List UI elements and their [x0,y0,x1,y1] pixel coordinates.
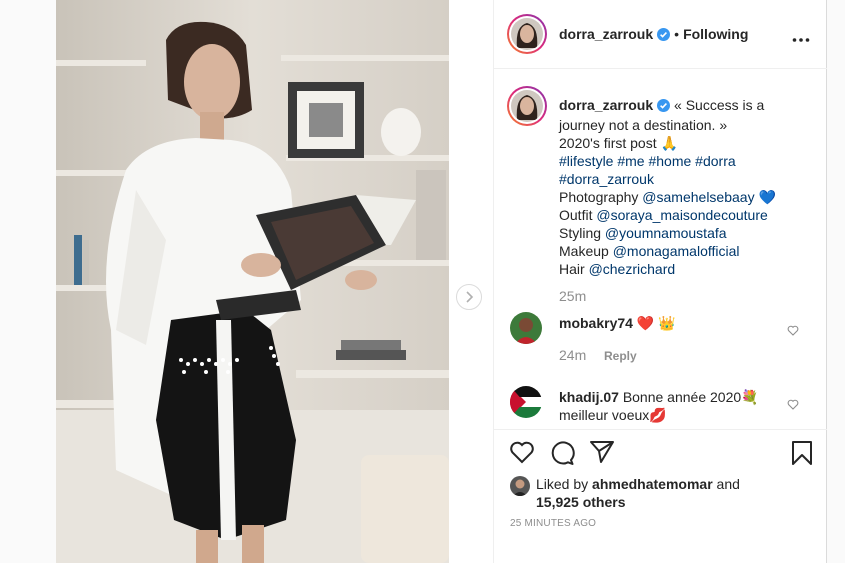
avatar-image [511,90,543,122]
caption-hashtags[interactable]: #lifestyle #me #home #dorra #dorra_zarro… [559,153,736,187]
credit-label: Photography [559,189,639,205]
share-button[interactable] [589,440,615,469]
avatar-image [510,476,530,496]
next-photo-button[interactable] [456,284,482,310]
more-options-button[interactable] [792,30,810,48]
following-button[interactable]: Following [683,26,748,42]
post-age[interactable]: 25 MINUTES AGO [510,518,596,529]
chevron-right-icon [466,291,474,303]
caption-time[interactable]: 25m [559,288,586,304]
like-button[interactable] [509,440,535,469]
heart-icon [787,325,799,336]
credit-label: Styling [559,225,602,241]
credit-label: Makeup [559,243,609,259]
credit-label: Outfit [559,207,593,223]
bookmark-icon [792,441,812,465]
comment-item: khadij.07 Bonne année 2020💐 meilleur voe… [559,388,774,424]
blue-heart-emoji: 💙 [758,189,776,205]
comment-username[interactable]: khadij.07 [559,389,619,405]
caption-avatar[interactable] [507,86,547,126]
author-avatar[interactable] [507,14,547,54]
outfit-mention[interactable]: @soraya_maisondecouture [596,207,767,223]
avatar-image [510,312,542,344]
separator-dot: • [674,26,680,42]
styling-mention[interactable]: @youmnamoustafa [605,225,727,241]
verified-badge-icon [657,98,671,116]
more-options-icon [792,38,810,42]
credit-label: Hair [559,261,585,277]
header-meta: dorra_zarrouk • Following [559,26,748,44]
post-photo[interactable] [56,0,449,563]
avatar-image [511,18,543,50]
likes-and: and [716,476,740,492]
heart-icon [787,399,799,410]
liker-username[interactable]: ahmedhatemomar [592,476,713,492]
save-button[interactable] [791,440,813,471]
author-username[interactable]: dorra_zarrouk [559,26,653,42]
caption-username[interactable]: dorra_zarrouk [559,97,653,113]
heart-icon [510,441,534,464]
comment-username[interactable]: mobakry74 [559,315,633,331]
comment-button[interactable] [549,440,575,471]
makeup-mention[interactable]: @monagamalofficial [613,243,740,259]
post-header: dorra_zarrouk • Following [494,0,827,69]
comment-item: mobakry74 ❤️ 👑 [559,314,774,332]
share-icon [590,441,614,463]
likes-prefix: Liked by [536,476,589,492]
like-comment-button[interactable] [787,323,799,341]
comment-icon [551,441,575,465]
like-comment-button[interactable] [787,397,799,415]
hair-mention[interactable]: @chezrichard [589,261,676,277]
post-actions-bar [494,429,827,478]
post-side-panel: dorra_zarrouk • Following dorra_zarrouk « … [493,0,827,563]
comments-area[interactable]: dorra_zarrouk « Success is a journey not… [494,69,827,429]
liker-avatar[interactable] [510,476,530,496]
avatar-image [510,386,542,418]
likes-text: Liked by ahmedhatemomar and 15,925 other… [536,475,796,511]
reply-button[interactable]: Reply [604,349,637,363]
caption-line: 2020's first post 🙏 [559,135,678,151]
comment-time[interactable]: 24m [559,347,586,363]
commenter-avatar[interactable] [510,386,542,418]
photographer-mention[interactable]: @samehelsebaay [642,189,754,205]
verified-badge-icon [657,28,671,44]
likes-count[interactable]: 15,925 others [536,494,626,510]
post-caption: dorra_zarrouk « Success is a journey not… [559,96,814,278]
comment-text: ❤️ 👑 [636,315,676,331]
photo-illustration [56,0,449,563]
commenter-avatar[interactable] [510,312,542,344]
